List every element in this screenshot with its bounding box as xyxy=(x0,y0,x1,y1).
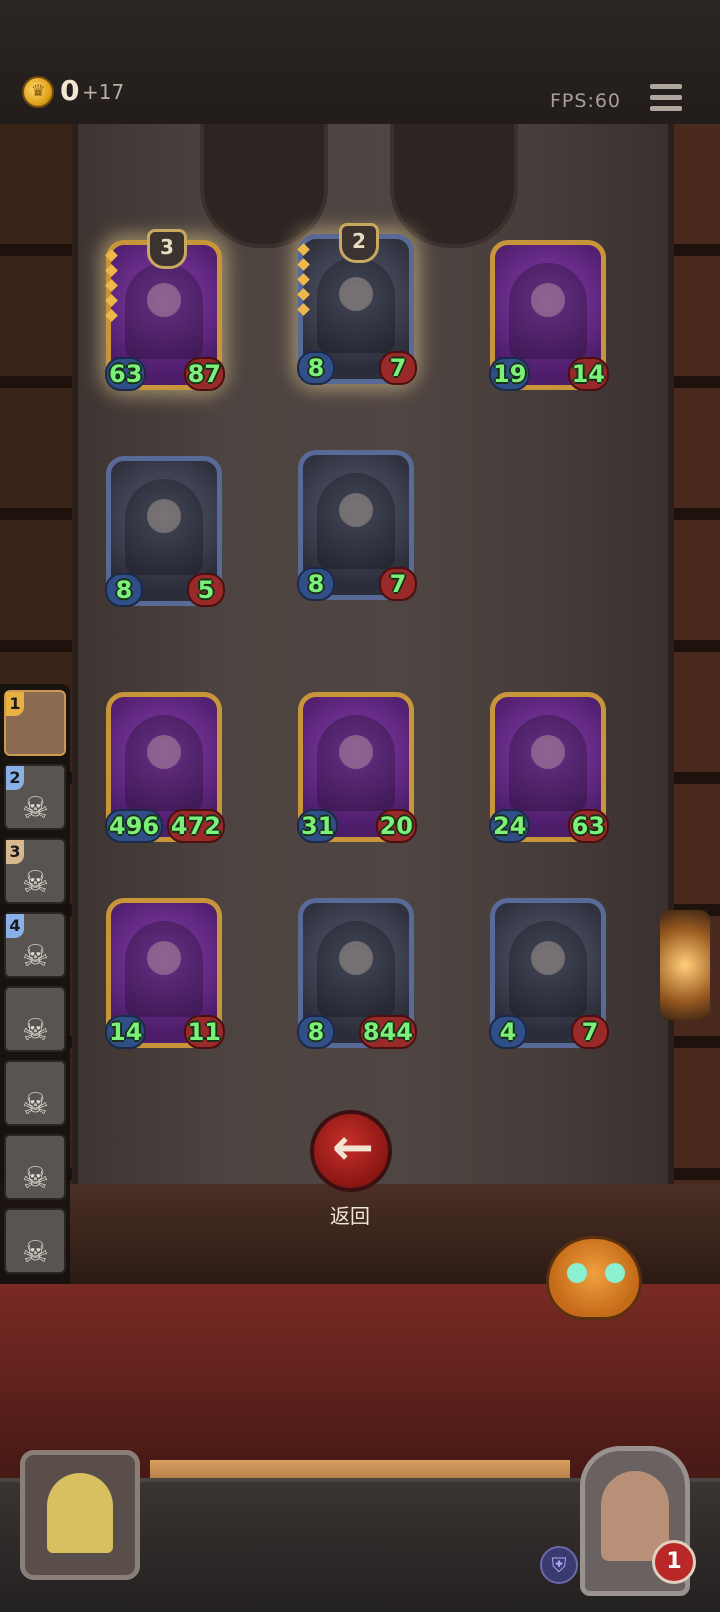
minion-card[interactable]: 24 63 xyxy=(489,692,609,843)
minion-portrait xyxy=(509,263,587,359)
card-health: 472 xyxy=(166,809,225,843)
minion-portrait xyxy=(509,715,587,811)
arch-decoration xyxy=(200,124,328,248)
minion-portrait xyxy=(317,257,395,353)
skull-icon: ☠ xyxy=(22,1161,49,1196)
roster-slot[interactable]: 4 ☠ xyxy=(4,912,66,978)
minion-card[interactable]: 85 xyxy=(105,456,225,607)
card-attack: 8 xyxy=(297,1015,335,1049)
back-button-label: 返回 xyxy=(330,1204,370,1228)
skull-icon: ☠ xyxy=(22,1013,49,1048)
roster-slot-number: 2 xyxy=(6,766,24,790)
skull-icon: ☠ xyxy=(22,791,49,826)
lamp-decoration xyxy=(660,910,710,1020)
shield-icon: ⛨ xyxy=(540,1546,578,1584)
minion-portrait xyxy=(125,715,203,811)
card-health: 14 xyxy=(567,357,609,391)
minion-card[interactable]: 8 844 xyxy=(297,898,417,1049)
minion-portrait xyxy=(509,921,587,1017)
card-health: 20 xyxy=(375,809,417,843)
roster-slot[interactable]: 1 xyxy=(4,690,66,756)
card-attack: 4 xyxy=(489,1015,527,1049)
card-tier-badge: 2 xyxy=(339,223,379,263)
roster-slot[interactable]: ☠ xyxy=(4,986,66,1052)
fps-counter: FPS:60 xyxy=(550,90,622,112)
card-health: 844 xyxy=(358,1015,417,1049)
minion-card[interactable]: 87 xyxy=(297,450,417,601)
skull-icon: ☠ xyxy=(22,1235,49,1270)
opponent-roster: 1 2 ☠ 3 ☠ 4 ☠ ☠ ☠ ☠ ☠ xyxy=(0,684,70,1294)
card-attack: 8 xyxy=(105,573,143,607)
card-health: 7 xyxy=(379,351,417,385)
lives-heart-icon: 1 xyxy=(652,1540,696,1584)
minion-card[interactable]: 47 xyxy=(489,898,609,1049)
card-health: 7 xyxy=(379,567,417,601)
skull-icon: ☠ xyxy=(22,939,49,974)
card-health: 11 xyxy=(183,1015,225,1049)
coin-count: 0 xyxy=(60,74,80,107)
minion-portrait xyxy=(317,715,395,811)
minion-portrait xyxy=(125,921,203,1017)
card-health: 7 xyxy=(571,1015,609,1049)
minion-card[interactable]: 3 63 87 xyxy=(105,229,225,391)
card-attack: 14 xyxy=(105,1015,147,1049)
card-health: 87 xyxy=(183,357,225,391)
roster-slot[interactable]: ☠ xyxy=(4,1134,66,1200)
minion-portrait xyxy=(317,473,395,569)
card-attack: 63 xyxy=(105,357,147,391)
roster-slot[interactable]: ☠ xyxy=(4,1208,66,1274)
roster-slot-number: 1 xyxy=(6,692,24,716)
hamburger-menu-icon[interactable] xyxy=(650,84,682,114)
back-button[interactable] xyxy=(310,1110,392,1192)
pumpkin-mascot[interactable] xyxy=(546,1236,642,1320)
card-health: 63 xyxy=(567,809,609,843)
card-attack: 31 xyxy=(297,809,339,843)
shop-portrait[interactable] xyxy=(20,1450,140,1580)
roster-slot[interactable]: 3 ☠ xyxy=(4,838,66,904)
card-attack: 496 xyxy=(105,809,164,843)
roster-slot-number: 4 xyxy=(6,914,24,938)
coin-income: +17 xyxy=(82,80,125,104)
card-attack: 24 xyxy=(489,809,531,843)
card-tier-badge: 3 xyxy=(147,229,187,269)
minion-card[interactable]: 2 8 7 xyxy=(297,223,417,385)
arch-decoration xyxy=(390,124,518,248)
card-star-pips xyxy=(105,249,118,326)
minion-portrait xyxy=(317,921,395,1017)
minion-card[interactable]: 31 20 xyxy=(297,692,417,843)
card-health: 5 xyxy=(187,573,225,607)
skull-icon: ☠ xyxy=(22,865,49,900)
card-star-pips xyxy=(297,243,310,320)
minion-portrait xyxy=(125,263,203,359)
minion-card[interactable]: 496 472 xyxy=(105,692,225,843)
roster-slot[interactable]: 2 ☠ xyxy=(4,764,66,830)
card-attack: 8 xyxy=(297,351,335,385)
minion-portrait xyxy=(125,479,203,575)
skull-icon: ☠ xyxy=(22,1087,49,1122)
card-attack: 19 xyxy=(489,357,531,391)
card-attack: 8 xyxy=(297,567,335,601)
top-bar: 0 +17 FPS:60 xyxy=(0,0,720,127)
minion-card[interactable]: 14 11 xyxy=(105,898,225,1049)
roster-slot[interactable]: ☠ xyxy=(4,1060,66,1126)
minion-card[interactable]: 19 14 xyxy=(489,240,609,391)
roster-slot-number: 3 xyxy=(6,840,24,864)
coin-icon xyxy=(22,76,54,108)
